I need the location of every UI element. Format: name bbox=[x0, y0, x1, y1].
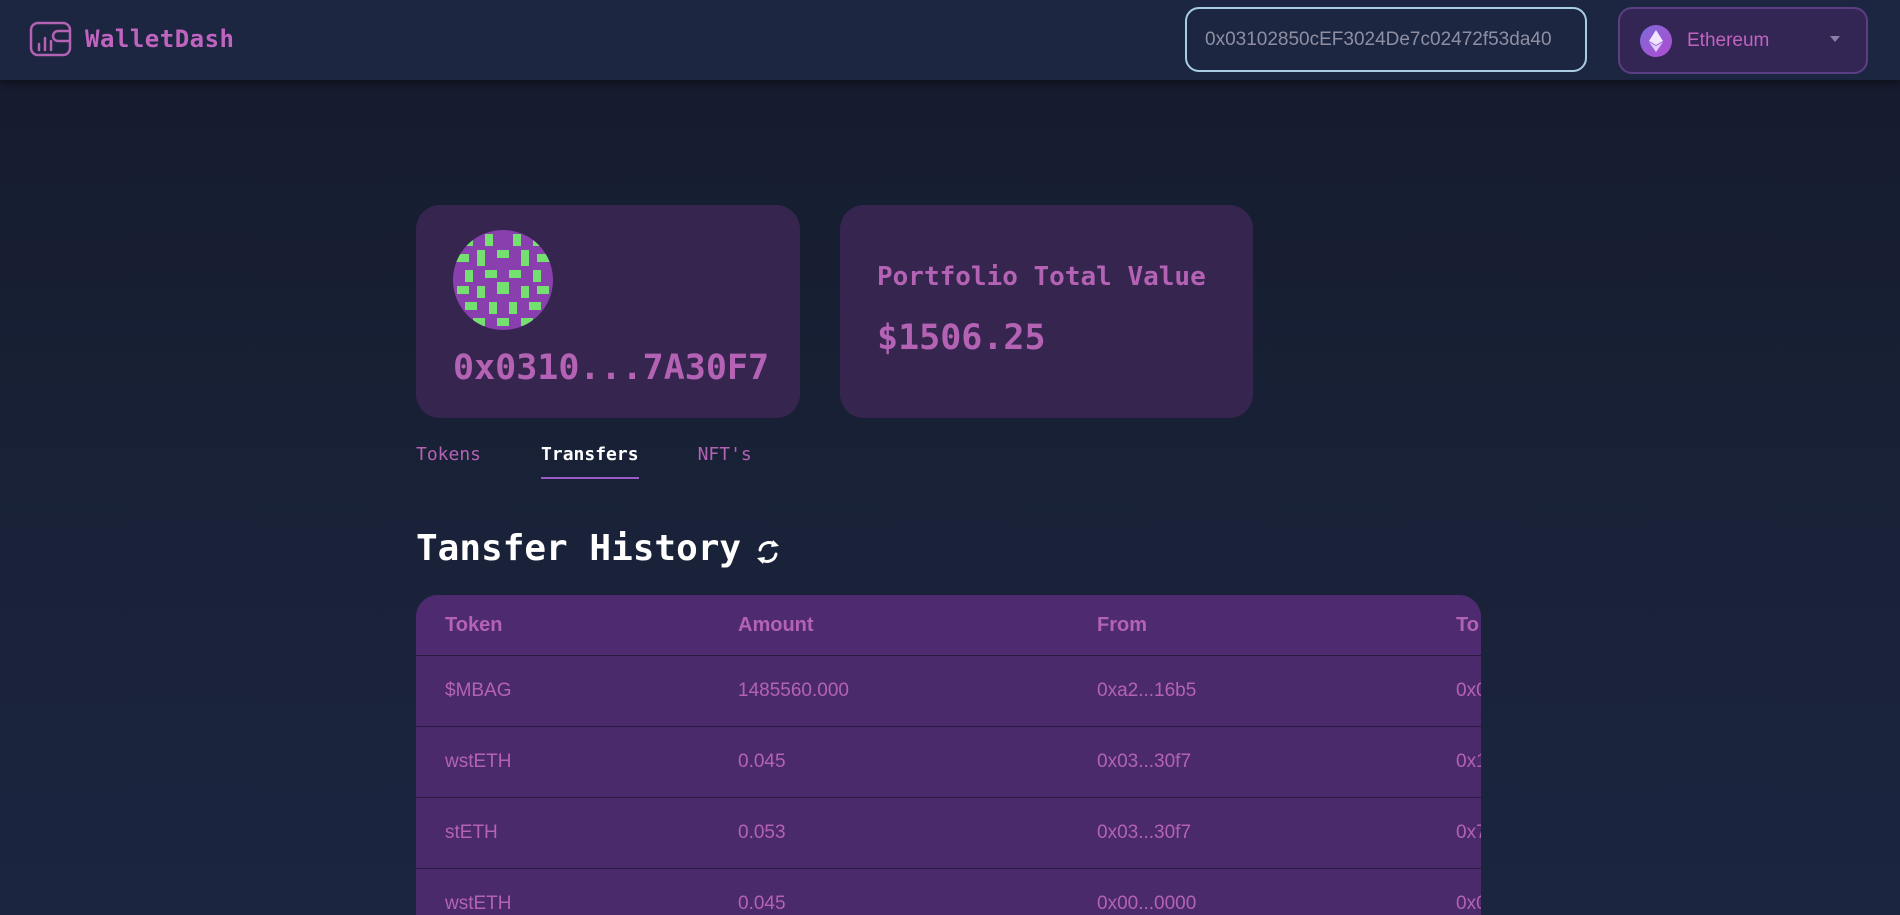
column-header-token: Token bbox=[416, 595, 709, 656]
wallet-address-input[interactable] bbox=[1185, 7, 1587, 72]
wallet-short-address: 0x0310...7A30F7 bbox=[453, 348, 770, 388]
brand-name: WalletDash bbox=[85, 25, 235, 53]
cell-amount: 0.053 bbox=[709, 797, 1068, 869]
cell-from: 0x03...30f7 bbox=[1068, 797, 1427, 869]
wallet-chart-icon bbox=[29, 21, 72, 57]
column-header-from: From bbox=[1068, 595, 1427, 656]
cell-from: 0x03...30f7 bbox=[1068, 726, 1427, 798]
cell-amount: 0.045 bbox=[709, 726, 1068, 798]
cell-token: stETH bbox=[416, 797, 709, 869]
top-navbar: WalletDash Ethereum bbox=[0, 0, 1900, 80]
table-row[interactable]: stETH 0.053 0x03...30f7 0x7 bbox=[416, 797, 1481, 869]
tab-transfers[interactable]: Transfers bbox=[541, 444, 639, 479]
network-label: Ethereum bbox=[1687, 29, 1770, 51]
cell-token: wstETH bbox=[416, 726, 709, 798]
portfolio-value: $1506.25 bbox=[877, 318, 1046, 358]
tab-bar: Tokens Transfers NFT's bbox=[416, 444, 752, 479]
network-select[interactable]: Ethereum bbox=[1618, 7, 1868, 74]
wallet-avatar bbox=[453, 230, 553, 330]
refresh-icon[interactable] bbox=[752, 536, 784, 568]
column-header-to: To bbox=[1427, 595, 1481, 656]
cell-from: 0xa2...16b5 bbox=[1068, 655, 1427, 727]
cell-amount: 1485560.000 bbox=[709, 655, 1068, 727]
table-row[interactable]: wstETH 0.045 0x00...0000 0x0 bbox=[416, 868, 1481, 915]
cell-token: $MBAG bbox=[416, 655, 709, 727]
portfolio-title: Portfolio Total Value bbox=[877, 262, 1206, 292]
cell-to: 0x0 bbox=[1427, 655, 1481, 727]
section-title: Tansfer History bbox=[416, 528, 742, 569]
ethereum-icon bbox=[1640, 24, 1672, 57]
chevron-down-icon bbox=[1830, 36, 1840, 42]
table-row[interactable]: wstETH 0.045 0x03...30f7 0x1 bbox=[416, 726, 1481, 798]
tab-tokens[interactable]: Tokens bbox=[416, 444, 481, 477]
cell-from: 0x00...0000 bbox=[1068, 868, 1427, 915]
portfolio-card: Portfolio Total Value $1506.25 bbox=[840, 205, 1253, 418]
column-header-amount: Amount bbox=[709, 595, 1068, 656]
brand[interactable]: WalletDash bbox=[29, 20, 235, 58]
cell-to: 0x1 bbox=[1427, 726, 1481, 798]
cell-to: 0x0 bbox=[1427, 868, 1481, 915]
wallet-card: 0x0310...7A30F7 bbox=[416, 205, 800, 418]
table-header-row: Token Amount From To bbox=[416, 595, 1481, 656]
tab-nfts[interactable]: NFT's bbox=[698, 444, 752, 477]
transfer-table[interactable]: Token Amount From To $MBAG 1485560.000 0… bbox=[416, 595, 1481, 915]
table-row[interactable]: $MBAG 1485560.000 0xa2...16b5 0x0 bbox=[416, 655, 1481, 727]
cell-amount: 0.045 bbox=[709, 868, 1068, 915]
cell-to: 0x7 bbox=[1427, 797, 1481, 869]
cell-token: wstETH bbox=[416, 868, 709, 915]
